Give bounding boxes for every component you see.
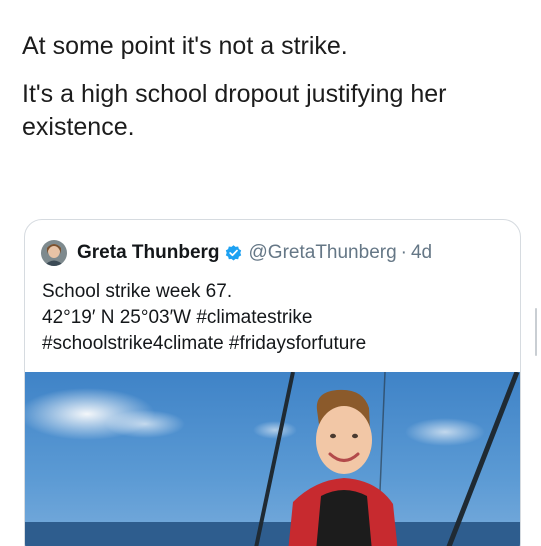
- tweet-line-2: It's a high school dropout justifying he…: [22, 80, 447, 141]
- body-line-3: #schoolstrike4climate #fridaysforfuture: [42, 333, 367, 354]
- body-line-1: School strike week 67.: [42, 281, 233, 302]
- tweet-photo[interactable]: [25, 372, 520, 546]
- user-handle[interactable]: @GretaThunberg: [249, 242, 397, 264]
- body-line-2: 42°19′ N 25°03′W #climatestrike: [42, 307, 313, 328]
- scrollbar-indicator[interactable]: [535, 308, 537, 356]
- verified-badge-icon: [225, 244, 241, 261]
- tweet-text: At some point it's not a strike. It's a …: [22, 30, 522, 159]
- display-name[interactable]: Greta Thunberg: [77, 242, 220, 264]
- tweet-line-1: At some point it's not a strike.: [22, 32, 348, 60]
- profile-photo-icon: [41, 240, 67, 266]
- quoted-tweet-header: Greta Thunberg @GretaThunberg · 4d: [41, 238, 432, 268]
- timestamp[interactable]: 4d: [411, 242, 432, 264]
- quoted-tweet-body: School strike week 67. 42°19′ N 25°03′W …: [42, 279, 502, 357]
- separator-dot: ·: [400, 242, 407, 263]
- screenshot: At some point it's not a strike. It's a …: [0, 0, 541, 546]
- quoted-tweet-card[interactable]: Greta Thunberg @GretaThunberg · 4d Schoo…: [24, 219, 521, 546]
- avatar[interactable]: [41, 240, 67, 266]
